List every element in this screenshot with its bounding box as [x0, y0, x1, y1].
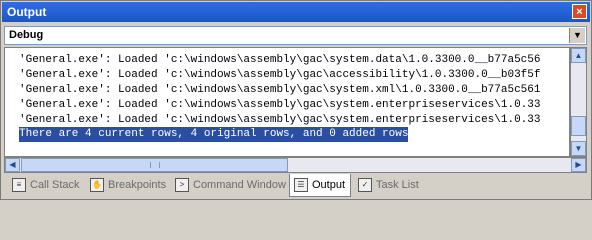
scroll-right-icon[interactable]: ▶: [571, 158, 586, 172]
close-button[interactable]: ×: [572, 4, 587, 19]
title-bar[interactable]: Output ×: [2, 2, 590, 22]
output-line: 'General.exe': Loaded 'c:\windows\assemb…: [19, 99, 541, 111]
window-title: Output: [7, 5, 47, 19]
chevron-down-icon[interactable]: ▼: [569, 28, 585, 43]
breakpoints-icon: ✋: [90, 178, 104, 192]
vertical-scroll-thumb[interactable]: [571, 116, 586, 136]
output-text-area[interactable]: 'General.exe': Loaded 'c:\windows\assemb…: [4, 47, 570, 157]
output-line: 'General.exe': Loaded 'c:\windows\assemb…: [19, 54, 541, 66]
tab-label: Call Stack: [30, 179, 80, 191]
tab-label: Task List: [376, 179, 419, 191]
tab-command-window[interactable]: > Command Window: [171, 175, 286, 195]
tab-call-stack[interactable]: ≡ Call Stack: [8, 175, 80, 195]
task-list-icon: ✓: [358, 178, 372, 192]
tab-output[interactable]: ☰ Output: [289, 174, 352, 197]
output-window: Output × Debug ▼ 'General.exe': Loaded '…: [0, 0, 592, 200]
tab-label: Output: [312, 179, 346, 191]
output-line: 'General.exe': Loaded 'c:\windows\assemb…: [19, 114, 541, 126]
horizontal-scrollbar[interactable]: ◀ ▶: [4, 157, 587, 173]
scroll-down-icon[interactable]: ▼: [571, 141, 586, 156]
tool-window-tabs: ≡ Call Stack ✋ Breakpoints > Command Win…: [0, 174, 592, 198]
output-line: 'General.exe': Loaded 'c:\windows\assemb…: [19, 84, 541, 96]
close-icon: ×: [576, 6, 583, 18]
scroll-left-icon[interactable]: ◀: [5, 158, 20, 172]
tab-label: Breakpoints: [108, 179, 167, 191]
pane-selector-dropdown[interactable]: Debug ▼: [4, 26, 587, 45]
vertical-scrollbar[interactable]: ▲ ▼: [570, 47, 587, 157]
horizontal-scroll-thumb[interactable]: [21, 158, 288, 172]
command-window-icon: >: [175, 178, 189, 192]
output-line: 'General.exe': Loaded 'c:\windows\assemb…: [19, 69, 541, 81]
tab-label: Command Window: [193, 179, 286, 191]
tab-breakpoints[interactable]: ✋ Breakpoints: [86, 175, 166, 195]
grip-icon: [150, 162, 160, 168]
tab-task-list[interactable]: ✓ Task List: [354, 175, 419, 195]
pane-selector-value: Debug: [9, 29, 44, 41]
output-line-selected: There are 4 current rows, 4 original row…: [19, 127, 409, 142]
call-stack-icon: ≡: [12, 178, 26, 192]
scroll-up-icon[interactable]: ▲: [571, 48, 586, 63]
output-icon: ☰: [294, 178, 308, 192]
